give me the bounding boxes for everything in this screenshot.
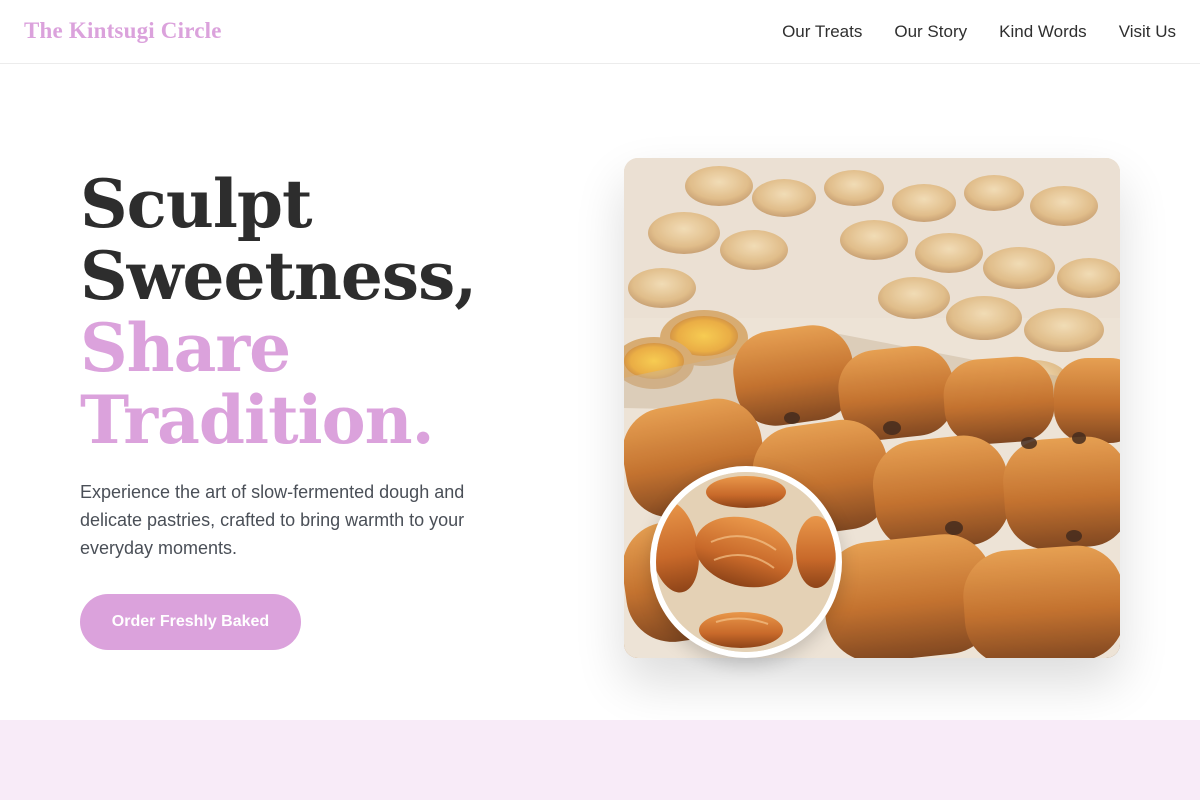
hero-title-line-2: Sweetness, bbox=[80, 237, 477, 315]
nav-link-kind-words[interactable]: Kind Words bbox=[999, 22, 1087, 42]
hero-description: Experience the art of slow-fermented dou… bbox=[80, 482, 465, 558]
hero-title-line-4: Tradition. bbox=[80, 381, 435, 459]
site-logo[interactable]: The Kintsugi Circle bbox=[24, 18, 222, 44]
nav-link-our-story[interactable]: Our Story bbox=[894, 22, 967, 42]
hero-title: Sculpt Sweetness, Share Tradition. bbox=[80, 165, 477, 459]
order-freshly-baked-button[interactable]: Order Freshly Baked bbox=[80, 594, 301, 650]
nav-link-our-treats[interactable]: Our Treats bbox=[782, 22, 862, 42]
hero-title-line-1: Sculpt bbox=[80, 165, 313, 243]
nav-link-visit-us[interactable]: Visit Us bbox=[1119, 22, 1176, 42]
main-nav: Our Treats Our Story Kind Words Visit Us bbox=[782, 0, 1176, 64]
site-header: The Kintsugi Circle Our Treats Our Story… bbox=[0, 0, 1200, 64]
croissants-inset-photo bbox=[650, 466, 842, 658]
hero-title-line-3: Share bbox=[80, 309, 291, 387]
lower-section-band bbox=[0, 720, 1200, 800]
